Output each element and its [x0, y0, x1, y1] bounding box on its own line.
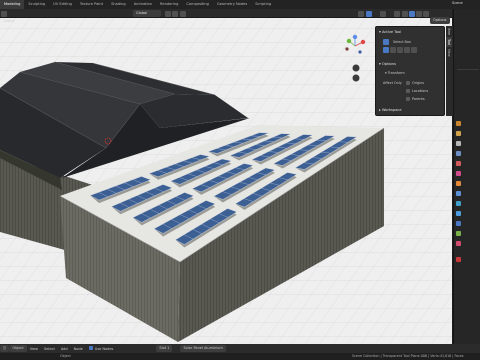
mode-subtract-icon[interactable] [397, 47, 403, 53]
active-tool-header[interactable]: ▾ Active Tool [379, 30, 401, 34]
origins-check[interactable] [406, 81, 410, 85]
shading-material-icon[interactable] [416, 10, 422, 17]
tool-settings-panel: ▾ Active Tool Select Box ▾ Options ▾ Tra… [375, 26, 445, 116]
visibility-icon[interactable] [358, 10, 364, 17]
tab-shading[interactable]: Shading [107, 0, 130, 9]
node-mode-dropdown[interactable]: Object [9, 345, 27, 352]
tab-sculpting[interactable]: Sculpting [24, 0, 49, 9]
slot-dropdown[interactable]: Slot 1 [156, 345, 173, 352]
workspace-label: Workspace [381, 108, 402, 112]
tab-geometry-nodes[interactable]: Geometry Nodes [213, 0, 251, 9]
origins-checkbox[interactable]: Origins [406, 81, 424, 85]
shading-solid-icon[interactable] [409, 10, 415, 17]
tab-uv-editing[interactable]: UV Editing [49, 0, 76, 9]
editor-type-icon[interactable] [1, 10, 7, 17]
proportional-edit-icon[interactable] [180, 10, 186, 17]
workspace-tab-bar: Modeling Sculpting UV Editing Texture Pa… [0, 0, 480, 9]
menu-select[interactable]: Select [41, 347, 58, 351]
use-nodes-toggle[interactable]: Use Nodes [86, 346, 117, 351]
use-nodes-checkbox[interactable] [88, 346, 93, 350]
tab-compositing[interactable]: Compositing [182, 0, 213, 9]
parents-checkbox[interactable]: Parents [406, 97, 425, 101]
tab-texture-paint[interactable]: Texture Paint [76, 0, 107, 9]
mode-label[interactable]: Object [3, 19, 14, 23]
sidebar-tab-item[interactable]: Item [446, 26, 452, 37]
parents-check[interactable] [406, 97, 410, 101]
locations-label: Locations [412, 89, 429, 93]
properties-editor [453, 9, 480, 344]
mode-intersect-icon[interactable] [411, 47, 417, 53]
tab-scripting[interactable]: Scripting [251, 0, 275, 9]
material-selector[interactable]: Solar Panel Aluminium [180, 345, 226, 352]
pivot-icon[interactable] [165, 10, 171, 17]
options-header[interactable]: ▾ Options [379, 62, 396, 66]
particles-props-icon[interactable] [456, 201, 461, 206]
overlay-icon[interactable] [380, 10, 386, 17]
tab-modeling[interactable]: Modeling [0, 0, 25, 9]
mode-set-icon[interactable] [383, 47, 389, 53]
mode-invert-icon[interactable] [404, 47, 410, 53]
node-editor-header: ◫ Object View Select Add Node Use Nodes … [0, 344, 480, 353]
physics-props-icon[interactable] [456, 211, 461, 216]
transform-label: Transform [387, 71, 405, 75]
zoom-nav-button[interactable] [352, 64, 360, 72]
status-mode: Object [60, 354, 71, 358]
scene-selector[interactable]: Scene [452, 1, 463, 5]
snap-icon[interactable] [172, 10, 178, 17]
sidebar-tab-tool[interactable]: Tool [446, 37, 452, 48]
data-props-icon[interactable] [456, 231, 461, 236]
transform-header[interactable]: ▾ Transform [385, 71, 405, 75]
sidebar-tabs: Item Tool View [446, 26, 453, 116]
shading-wireframe-icon[interactable] [402, 10, 408, 17]
affect-only-label: Affect Only [383, 81, 402, 85]
texture-props-icon[interactable] [456, 257, 461, 262]
gizmo-toggle-icon[interactable] [366, 10, 372, 17]
parents-label: Parents [412, 97, 425, 101]
tool-props-icon[interactable] [456, 121, 461, 126]
use-nodes-label: Use Nodes [94, 347, 114, 351]
select-box-icon[interactable] [383, 39, 389, 45]
options-button[interactable]: Options [430, 17, 450, 24]
status-scene-info: Scene Collection | Transparent Tool Plan… [352, 354, 464, 358]
menu-node[interactable]: Node [71, 347, 86, 351]
mode-extend-icon[interactable] [390, 47, 396, 53]
viewport-header: Global [0, 9, 452, 18]
view-layer-props-icon[interactable] [456, 151, 461, 156]
menu-add[interactable]: Add [58, 347, 71, 351]
tab-rendering[interactable]: Rendering [156, 0, 182, 9]
xray-icon[interactable] [394, 10, 400, 17]
locations-checkbox[interactable]: Locations [406, 89, 428, 93]
material-props-icon[interactable] [456, 241, 461, 246]
divider [457, 69, 479, 70]
object-props-icon[interactable] [456, 181, 461, 186]
active-tool-label: Active Tool [381, 30, 402, 34]
scene-props-icon[interactable] [456, 161, 461, 166]
origins-label: Origins [412, 81, 425, 85]
locations-check[interactable] [406, 89, 410, 93]
output-props-icon[interactable] [456, 141, 461, 146]
constraints-props-icon[interactable] [456, 221, 461, 226]
select-box-label: Select Box [393, 40, 411, 44]
pan-nav-button[interactable] [352, 74, 360, 82]
tab-animation[interactable]: Animation [130, 0, 156, 9]
status-bar: Object Scene Collection | Transparent To… [0, 353, 480, 360]
editor-type-dropdown[interactable]: ◫ [0, 345, 10, 352]
sidebar-tab-view[interactable]: View [446, 47, 452, 59]
render-props-icon[interactable] [456, 131, 461, 136]
shading-rendered-icon[interactable] [423, 10, 429, 17]
options-section-label: Options [381, 62, 396, 66]
modifier-props-icon[interactable] [456, 191, 461, 196]
menu-view[interactable]: View [27, 347, 41, 351]
world-props-icon[interactable] [456, 171, 461, 176]
workspace-header[interactable]: ▸ Workspace [379, 108, 402, 112]
orientation-dropdown[interactable]: Global [133, 10, 161, 17]
